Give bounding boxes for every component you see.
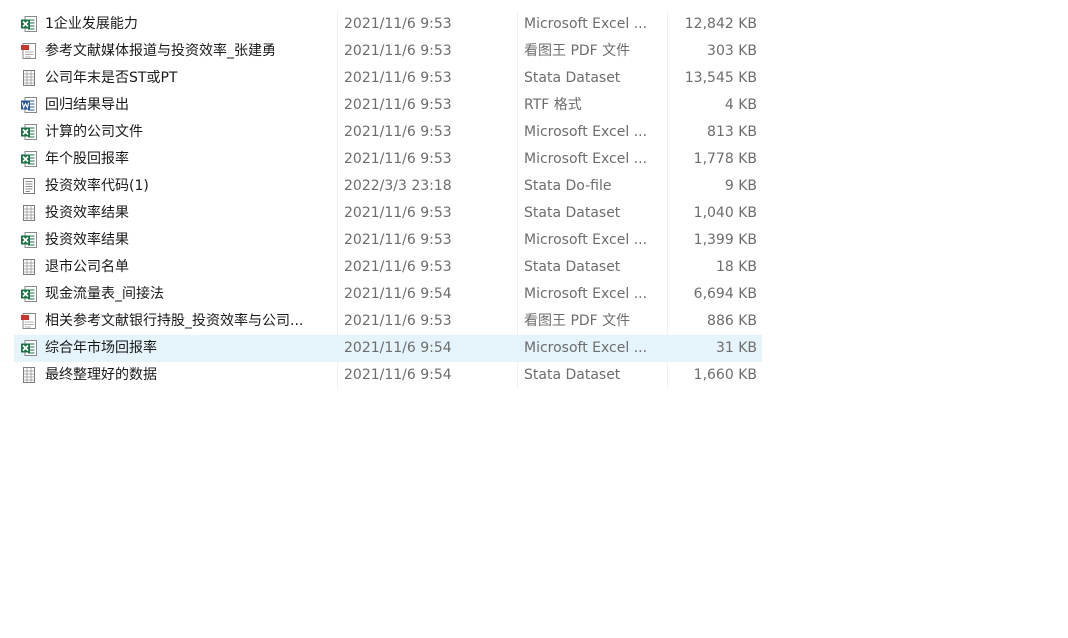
excel-icon (20, 123, 38, 141)
file-type: Stata Do-file (524, 178, 612, 194)
file-date-modified: 2021/11/6 9:53 (344, 124, 452, 140)
file-date-modified: 2021/11/6 9:53 (344, 313, 452, 329)
file-type: RTF 格式 (524, 97, 582, 113)
file-date-modified: 2021/11/6 9:54 (344, 286, 452, 302)
file-row[interactable]: 投资效率结果 2021/11/6 9:53 Microsoft Excel ..… (14, 227, 762, 254)
excel-icon (20, 231, 38, 249)
file-size: 886 KB (707, 313, 757, 329)
text-file-icon (20, 177, 38, 195)
file-type: Microsoft Excel ... (524, 16, 648, 32)
file-name: 最终整理好的数据 (45, 367, 157, 383)
file-date-modified: 2021/11/6 9:53 (344, 70, 452, 86)
file-row[interactable]: 1企业发展能力 2021/11/6 9:53 Microsoft Excel .… (14, 11, 762, 38)
file-size: 13,545 KB (684, 70, 757, 86)
file-name: 投资效率代码(1) (45, 178, 149, 194)
file-name: 投资效率结果 (45, 232, 129, 248)
file-date-modified: 2021/11/6 9:53 (344, 232, 452, 248)
excel-icon (20, 339, 38, 357)
file-date-modified: 2021/11/6 9:53 (344, 43, 452, 59)
file-name: 计算的公司文件 (45, 124, 143, 140)
file-name: 投资效率结果 (45, 205, 129, 221)
dataset-icon (20, 258, 38, 276)
file-type: Stata Dataset (524, 205, 621, 221)
file-row[interactable]: 回归结果导出 2021/11/6 9:53 RTF 格式 4 KB (14, 92, 762, 119)
file-size: 6,694 KB (693, 286, 757, 302)
file-size: 31 KB (715, 340, 757, 356)
pdf-icon (20, 312, 38, 330)
file-date-modified: 2021/11/6 9:54 (344, 340, 452, 356)
file-list: 1企业发展能力 2021/11/6 9:53 Microsoft Excel .… (14, 11, 762, 389)
file-type: Microsoft Excel ... (524, 232, 648, 248)
file-type: Microsoft Excel ... (524, 286, 648, 302)
file-row[interactable]: 综合年市场回报率 2021/11/6 9:54 Microsoft Excel … (14, 335, 762, 362)
file-row[interactable]: 投资效率结果 2021/11/6 9:53 Stata Dataset 1,04… (14, 200, 762, 227)
file-name: 1企业发展能力 (45, 16, 138, 32)
file-type: Stata Dataset (524, 367, 621, 383)
file-row[interactable]: 退市公司名单 2021/11/6 9:53 Stata Dataset 18 K… (14, 254, 762, 281)
file-size: 9 KB (724, 178, 757, 194)
file-row[interactable]: 年个股回报率 2021/11/6 9:53 Microsoft Excel ..… (14, 146, 762, 173)
file-size: 303 KB (707, 43, 757, 59)
file-type: Microsoft Excel ... (524, 124, 648, 140)
file-size: 1,399 KB (693, 232, 757, 248)
file-date-modified: 2022/3/3 23:18 (344, 178, 452, 194)
file-row[interactable]: 公司年末是否ST或PT 2021/11/6 9:53 Stata Dataset… (14, 65, 762, 92)
file-name: 年个股回报率 (45, 151, 129, 167)
file-row[interactable]: 参考文献媒体报道与投资效率_张建勇 2021/11/6 9:53 看图王 PDF… (14, 38, 762, 65)
file-name: 综合年市场回报率 (45, 340, 157, 356)
file-date-modified: 2021/11/6 9:54 (344, 367, 452, 383)
file-name: 现金流量表_间接法 (45, 286, 164, 302)
file-row[interactable]: 最终整理好的数据 2021/11/6 9:54 Stata Dataset 1,… (14, 362, 762, 389)
excel-icon (20, 15, 38, 33)
file-row[interactable]: 现金流量表_间接法 2021/11/6 9:54 Microsoft Excel… (14, 281, 762, 308)
file-type: Stata Dataset (524, 259, 621, 275)
excel-icon (20, 285, 38, 303)
file-size: 1,660 KB (693, 367, 757, 383)
file-size: 18 KB (715, 259, 757, 275)
file-type: Microsoft Excel ... (524, 151, 648, 167)
file-date-modified: 2021/11/6 9:53 (344, 97, 452, 113)
file-name: 回归结果导出 (45, 97, 129, 113)
file-size: 813 KB (707, 124, 757, 140)
file-name: 参考文献媒体报道与投资效率_张建勇 (45, 43, 276, 59)
file-type: 看图王 PDF 文件 (524, 313, 631, 329)
word-icon (20, 96, 38, 114)
file-type: Stata Dataset (524, 70, 621, 86)
pdf-icon (20, 42, 38, 60)
file-size: 1,040 KB (693, 205, 757, 221)
file-type: 看图王 PDF 文件 (524, 43, 631, 59)
file-date-modified: 2021/11/6 9:53 (344, 151, 452, 167)
file-row[interactable]: 计算的公司文件 2021/11/6 9:53 Microsoft Excel .… (14, 119, 762, 146)
file-type: Microsoft Excel ... (524, 340, 648, 356)
file-size: 4 KB (724, 97, 757, 113)
file-row[interactable]: 投资效率代码(1) 2022/3/3 23:18 Stata Do-file 9… (14, 173, 762, 200)
file-date-modified: 2021/11/6 9:53 (344, 259, 452, 275)
file-name: 相关参考文献银行持股_投资效率与公司... (45, 313, 304, 329)
file-name: 退市公司名单 (45, 259, 129, 275)
file-row[interactable]: 相关参考文献银行持股_投资效率与公司... 2021/11/6 9:53 看图王… (14, 308, 762, 335)
file-date-modified: 2021/11/6 9:53 (344, 16, 452, 32)
file-name: 公司年末是否ST或PT (45, 70, 178, 86)
file-size: 12,842 KB (684, 16, 757, 32)
file-size: 1,778 KB (693, 151, 757, 167)
excel-icon (20, 150, 38, 168)
file-date-modified: 2021/11/6 9:53 (344, 205, 452, 221)
dataset-icon (20, 69, 38, 87)
dataset-icon (20, 204, 38, 222)
dataset-icon (20, 366, 38, 384)
